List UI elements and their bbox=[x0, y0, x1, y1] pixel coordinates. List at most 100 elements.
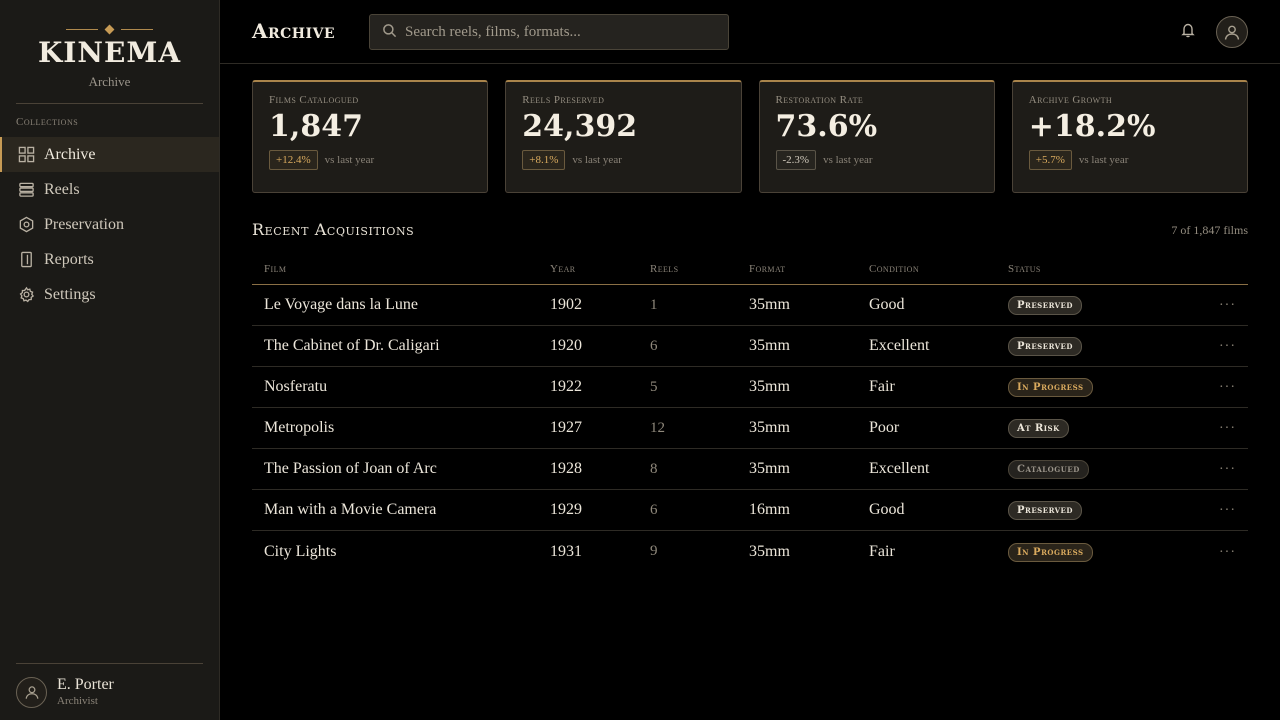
sidebar-item-label: Settings bbox=[44, 285, 96, 303]
stat-note: vs last year bbox=[1078, 154, 1129, 166]
stat-delta: +5.7% bbox=[1028, 150, 1072, 170]
status-badge: In Progress bbox=[1008, 542, 1093, 562]
film-reels: 1 bbox=[650, 296, 658, 313]
film-title[interactable]: Man with a Movie Camera bbox=[252, 501, 550, 519]
film-title[interactable]: City Lights bbox=[252, 543, 550, 561]
row-menu-button[interactable]: ··· bbox=[1219, 298, 1236, 313]
account-avatar-button[interactable] bbox=[1216, 16, 1248, 48]
page-title: Archive bbox=[252, 19, 336, 43]
table-row[interactable]: The Cabinet of Dr. Caligari 1920 6 35mm Exce… bbox=[252, 326, 1248, 367]
sidebar: KINEMA Archive Collections Archive Reels… bbox=[0, 0, 220, 720]
film-format: 35mm bbox=[749, 296, 790, 313]
bell-icon bbox=[1180, 22, 1196, 42]
stat-value: +18.2% bbox=[1028, 109, 1156, 144]
stat-card-films[interactable]: Films Catalogued 1,847 +12.4% vs last ye… bbox=[252, 80, 489, 193]
film-year: 1902 bbox=[550, 296, 582, 313]
table-row[interactable]: Le Voyage dans la Lune 1902 1 35mm Good Prese… bbox=[252, 285, 1248, 326]
row-menu-button[interactable]: ··· bbox=[1219, 462, 1236, 477]
search-box[interactable] bbox=[369, 14, 729, 50]
stat-label: Films Catalogued bbox=[269, 94, 359, 106]
film-reels: 9 bbox=[650, 543, 658, 559]
sidebar-item-label: Reports bbox=[44, 250, 94, 268]
section-title: Recent Acquisitions bbox=[252, 220, 415, 239]
stat-label: Archive Growth bbox=[1028, 94, 1113, 106]
film-title[interactable]: Nosferatu bbox=[252, 378, 550, 396]
row-menu-button[interactable]: ··· bbox=[1219, 380, 1236, 395]
column-header-year[interactable]: Year bbox=[550, 263, 650, 275]
row-menu-button[interactable]: ··· bbox=[1219, 545, 1236, 560]
film-reels: 5 bbox=[650, 378, 658, 395]
sidebar-item-reports[interactable]: Reports bbox=[0, 242, 219, 277]
acquisitions-table: Film Year Reels Format Condition Status … bbox=[252, 254, 1248, 572]
stat-label: Restoration Rate bbox=[775, 94, 864, 106]
status-badge: Preserved bbox=[1008, 337, 1082, 356]
film-title[interactable]: Le Voyage dans la Lune bbox=[252, 296, 550, 314]
column-header-film[interactable]: Film bbox=[252, 263, 550, 275]
stat-value: 1,847 bbox=[269, 109, 363, 144]
column-header-format[interactable]: Format bbox=[749, 263, 869, 275]
search-input[interactable] bbox=[405, 23, 705, 41]
stack-icon bbox=[18, 181, 35, 198]
stat-delta: +12.4% bbox=[269, 150, 318, 170]
stat-delta: +8.1% bbox=[522, 150, 566, 170]
table-row[interactable]: Metropolis 1927 12 35mm Poor At Risk ··· bbox=[252, 408, 1248, 449]
user-profile[interactable]: E. Porter Archivist bbox=[16, 676, 114, 708]
sidebar-divider bbox=[16, 103, 203, 104]
film-condition: Excellent bbox=[869, 337, 930, 354]
row-menu-button[interactable]: ··· bbox=[1219, 421, 1236, 436]
film-format: 35mm bbox=[749, 419, 790, 436]
stat-note: vs last year bbox=[572, 154, 622, 166]
table-header: Film Year Reels Format Condition Status bbox=[252, 254, 1248, 285]
film-condition: Fair bbox=[869, 378, 895, 395]
film-condition: Good bbox=[869, 296, 905, 313]
film-format: 35mm bbox=[749, 460, 790, 477]
column-header-reels[interactable]: Reels bbox=[650, 263, 749, 275]
sidebar-item-settings[interactable]: Settings bbox=[0, 277, 219, 312]
film-year: 1928 bbox=[550, 460, 582, 477]
stat-card-reels[interactable]: Reels Preserved 24,392 +8.1% vs last yea… bbox=[505, 80, 742, 193]
stat-card-growth[interactable]: Archive Growth +18.2% +5.7% vs last year bbox=[1011, 80, 1248, 193]
stat-value: 73.6% bbox=[775, 109, 878, 144]
film-title[interactable]: The Cabinet of Dr. Caligari bbox=[252, 337, 550, 355]
brand-subtitle: Archive bbox=[88, 74, 131, 89]
stat-card-restoration[interactable]: Restoration Rate 73.6% -2.3% vs last yea… bbox=[758, 80, 995, 193]
sidebar-item-preservation[interactable]: Preservation bbox=[0, 207, 219, 242]
sidebar-item-label: Preservation bbox=[44, 215, 124, 233]
table-row[interactable]: City Lights 1931 9 35mm Fair In Progress ··· bbox=[252, 531, 1248, 572]
film-title[interactable]: The Passion of Joan of Arc bbox=[252, 460, 550, 478]
film-format: 35mm bbox=[749, 378, 790, 395]
row-menu-button[interactable]: ··· bbox=[1219, 339, 1236, 354]
film-format: 35mm bbox=[749, 337, 790, 354]
film-condition: Poor bbox=[869, 419, 900, 436]
column-header-status[interactable]: Status bbox=[1008, 263, 1198, 275]
film-year: 1929 bbox=[550, 501, 582, 518]
stat-label: Reels Preserved bbox=[522, 94, 605, 106]
user-icon bbox=[1224, 25, 1240, 40]
table-row[interactable]: Nosferatu 1922 5 35mm Fair In Progress ··· bbox=[252, 367, 1248, 408]
top-header: Archive bbox=[220, 0, 1280, 64]
table-body: Le Voyage dans la Lune 1902 1 35mm Good Prese… bbox=[252, 285, 1248, 572]
status-badge: In Progress bbox=[1008, 378, 1093, 397]
film-title[interactable]: Metropolis bbox=[252, 419, 550, 437]
search-icon bbox=[382, 23, 397, 42]
sidebar-item-label: Archive bbox=[44, 145, 96, 163]
status-badge: At Risk bbox=[1008, 419, 1069, 438]
table-row[interactable]: Man with a Movie Camera 1929 6 16mm Good Pres… bbox=[252, 490, 1248, 531]
column-header-condition[interactable]: Condition bbox=[869, 263, 1008, 275]
stats-cards: Films Catalogued 1,847 +12.4% vs last ye… bbox=[252, 80, 1248, 193]
row-menu-button[interactable]: ··· bbox=[1219, 503, 1236, 518]
notifications-button[interactable] bbox=[1178, 22, 1198, 42]
brand-name: KINEMA bbox=[37, 36, 182, 69]
stat-value: 24,392 bbox=[522, 109, 638, 144]
brand[interactable]: KINEMA Archive bbox=[0, 0, 219, 90]
gear-icon bbox=[18, 286, 35, 303]
film-year: 1927 bbox=[550, 419, 582, 436]
sidebar-item-archive[interactable]: Archive bbox=[0, 137, 219, 172]
table-row[interactable]: The Passion of Joan of Arc 1928 8 35mm Excel… bbox=[252, 449, 1248, 490]
avatar bbox=[16, 676, 47, 708]
film-condition: Excellent bbox=[869, 460, 930, 477]
sidebar-item-reels[interactable]: Reels bbox=[0, 172, 219, 207]
film-reels: 6 bbox=[650, 337, 658, 354]
film-reels: 8 bbox=[650, 460, 658, 477]
film-year: 1920 bbox=[550, 337, 582, 354]
